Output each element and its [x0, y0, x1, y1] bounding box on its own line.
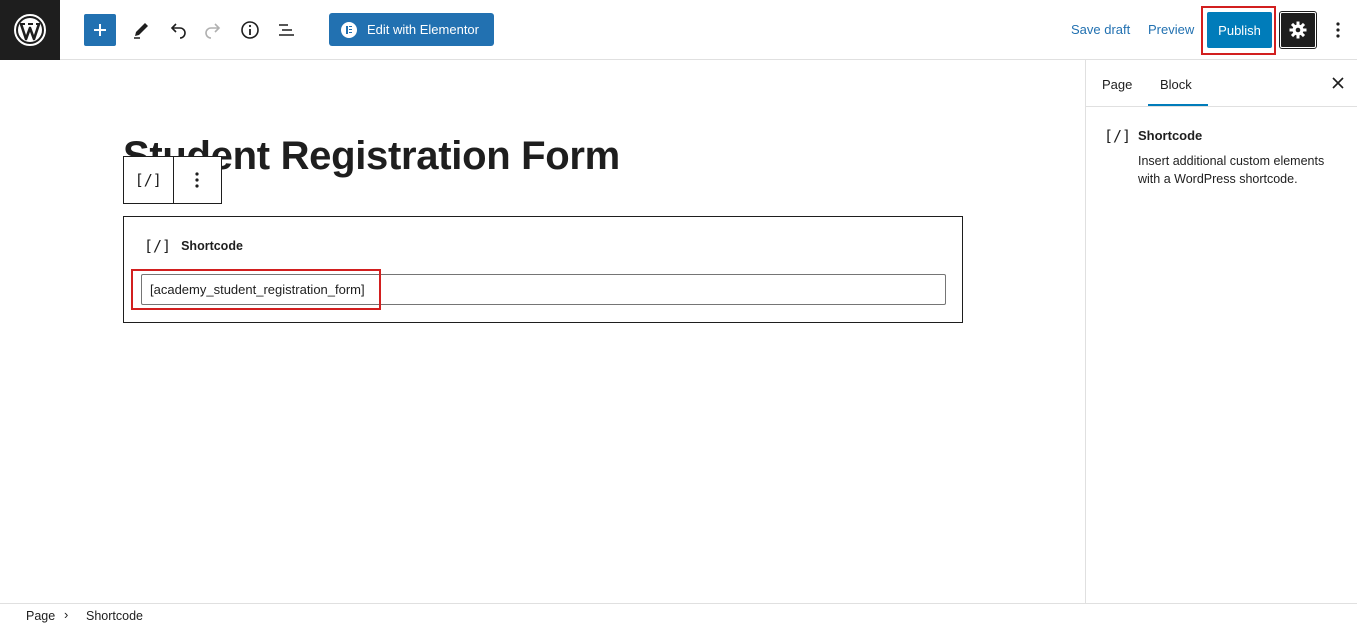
shortcode-highlight-box: [131, 269, 381, 310]
elementor-icon: [341, 21, 357, 38]
close-sidebar-button[interactable]: [1328, 73, 1348, 93]
tab-block[interactable]: Block: [1160, 77, 1192, 92]
pencil-icon: [134, 23, 148, 39]
shortcode-block[interactable]: [/] Shortcode: [123, 216, 963, 323]
more-vertical-icon: [1336, 22, 1340, 38]
shortcode-label-text: Shortcode: [181, 239, 243, 253]
close-icon: [1332, 77, 1344, 89]
editor-canvas: Student Registration Form [/] [/] Shortc…: [0, 60, 1085, 603]
block-card: [/] Shortcode Insert additional custom e…: [1086, 107, 1357, 186]
list-view-icon: [279, 24, 294, 36]
active-tab-indicator: [1148, 104, 1208, 106]
undo-button[interactable]: [162, 14, 194, 46]
elementor-button-label: Edit with Elementor: [367, 22, 479, 37]
settings-button[interactable]: [1279, 11, 1317, 49]
list-view-button[interactable]: [270, 14, 302, 46]
options-button[interactable]: [1326, 14, 1350, 46]
block-type-button[interactable]: [/]: [124, 157, 173, 203]
gear-icon: [1289, 21, 1307, 39]
edit-with-elementor-button[interactable]: Edit with Elementor: [329, 13, 494, 46]
preview-button[interactable]: Preview: [1148, 22, 1194, 37]
add-block-button[interactable]: [84, 14, 116, 46]
undo-icon: [170, 23, 186, 39]
block-card-description: Insert additional custom elements with a…: [1138, 154, 1325, 186]
redo-icon: [205, 23, 221, 39]
breadcrumb-item-page[interactable]: Page: [26, 609, 55, 623]
settings-sidebar: Page Block [/] Shortcode Insert addition…: [1085, 60, 1357, 603]
editor-header: Edit with Elementor Save draft Preview P…: [0, 0, 1357, 60]
details-button[interactable]: [234, 14, 266, 46]
tab-page[interactable]: Page: [1102, 77, 1132, 92]
tools-button[interactable]: [125, 14, 157, 46]
breadcrumb-separator: ›: [64, 607, 69, 622]
breadcrumb: Page › Shortcode: [0, 603, 1357, 628]
wordpress-logo-icon: [14, 14, 46, 46]
save-draft-button[interactable]: Save draft: [1071, 22, 1130, 37]
shortcode-icon: [/]: [1104, 127, 1132, 145]
shortcode-block-label: [/] Shortcode: [144, 237, 243, 255]
wordpress-logo-button[interactable]: [0, 0, 60, 60]
publish-button[interactable]: Publish: [1207, 12, 1272, 48]
block-options-button[interactable]: [172, 157, 222, 203]
info-icon: [241, 21, 259, 39]
plus-icon: [94, 24, 106, 36]
sidebar-tabs: Page Block: [1086, 60, 1357, 107]
breadcrumb-item-shortcode[interactable]: Shortcode: [86, 609, 143, 623]
redo-button[interactable]: [197, 14, 229, 46]
block-toolbar: [/]: [123, 156, 222, 204]
shortcode-icon: [/]: [144, 237, 172, 255]
block-card-title: Shortcode: [1138, 128, 1203, 143]
more-vertical-icon: [195, 172, 199, 188]
